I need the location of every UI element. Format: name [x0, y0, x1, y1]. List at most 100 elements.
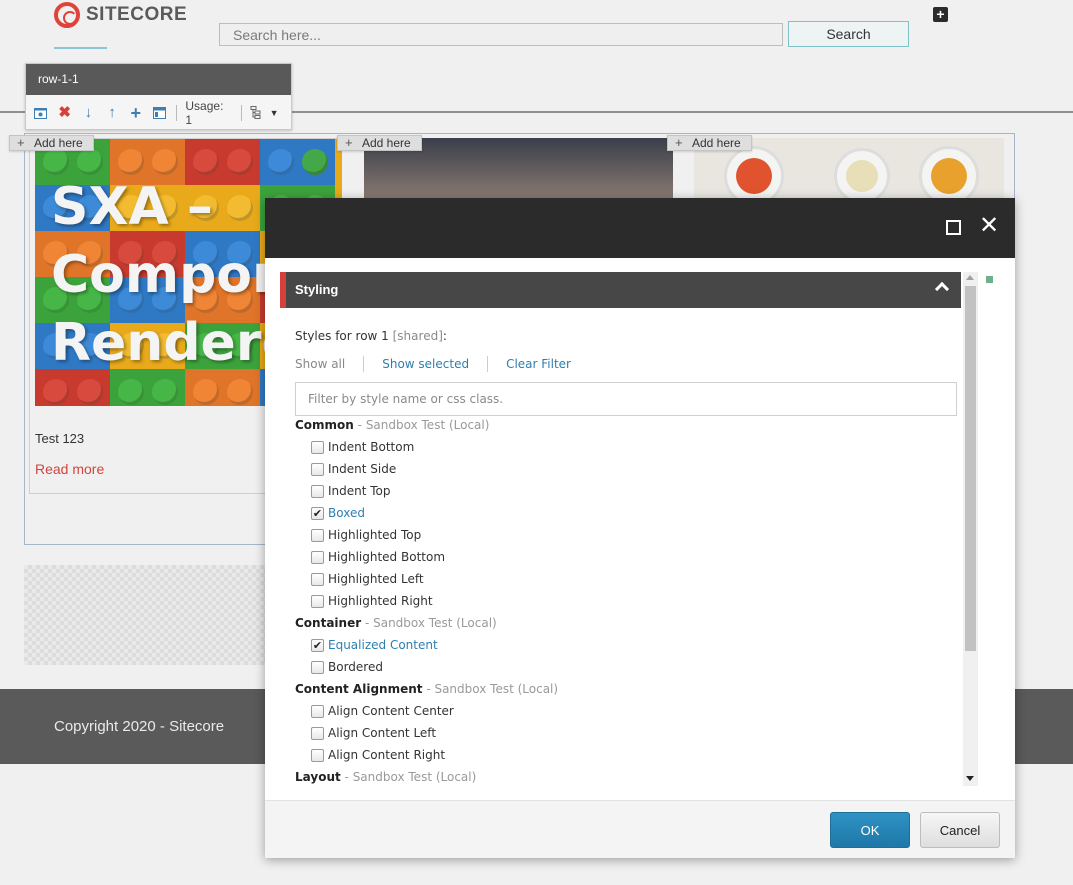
style-item[interactable]: ✔ Boxed	[311, 505, 365, 521]
group-source: - Sandbox Test (Local)	[422, 682, 559, 696]
search-input[interactable]	[219, 23, 783, 46]
checkbox-checked[interactable]: ✔	[311, 506, 324, 520]
style-item-label: Bordered	[328, 660, 383, 674]
clear-filter-link[interactable]: Clear Filter	[506, 357, 571, 371]
add-here-button-1[interactable]: + Add here	[9, 135, 94, 151]
style-item[interactable]: Indent Bottom	[311, 439, 414, 455]
scroll-thumb[interactable]	[965, 286, 976, 651]
group-source: - Sandbox Test (Local)	[353, 418, 490, 432]
scroll-up-arrow-icon[interactable]	[966, 275, 974, 280]
checkbox[interactable]	[311, 594, 324, 608]
sitecore-logo-icon	[54, 2, 80, 28]
filter-input[interactable]	[295, 382, 957, 416]
checkbox[interactable]	[311, 726, 324, 740]
add-here-label: Add here	[362, 136, 411, 150]
style-group-header: Content Alignment - Sandbox Test (Local)	[295, 682, 558, 696]
dropdown-icon[interactable]: ▼	[267, 106, 281, 120]
style-item-label: Align Content Right	[328, 748, 446, 762]
group-source: - Sandbox Test (Local)	[361, 616, 497, 630]
group-name: Layout	[295, 770, 341, 784]
bowl-image	[931, 158, 967, 194]
logo-text: SITECORE	[86, 4, 188, 25]
checkbox[interactable]	[311, 748, 324, 762]
usage-label: Usage: 1	[185, 98, 224, 127]
checkbox[interactable]	[311, 704, 324, 718]
style-item[interactable]: Align Content Center	[311, 703, 454, 719]
style-item[interactable]: ✔ Equalized Content	[311, 637, 438, 653]
filter-links: Show all Show selected Clear Filter	[295, 356, 571, 372]
style-item-label: Align Content Center	[328, 704, 454, 718]
shared-tag: [shared]	[392, 329, 443, 343]
checkbox[interactable]	[311, 660, 324, 674]
image-text-line-1: SXA –	[51, 177, 213, 237]
style-item-label: Indent Side	[328, 462, 397, 476]
style-item-label: Indent Top	[328, 484, 391, 498]
row-toolbar-title: row-1-1	[26, 64, 291, 95]
style-item[interactable]: Highlighted Right	[311, 593, 433, 609]
add-icon[interactable]: +	[129, 104, 143, 122]
bowl-image	[846, 160, 878, 192]
close-icon[interactable]: ✕	[979, 214, 999, 238]
status-indicator	[986, 276, 993, 283]
copyright-text: Copyright 2020 - Sitecore	[54, 718, 225, 735]
add-here-button-2[interactable]: + Add here	[337, 135, 422, 151]
plus-icon: +	[345, 135, 353, 150]
style-item[interactable]: Indent Side	[311, 461, 396, 477]
group-name: Content Alignment	[295, 682, 423, 696]
plus-icon: +	[675, 135, 683, 150]
checkbox[interactable]	[311, 484, 324, 498]
cancel-button[interactable]: Cancel	[920, 812, 1000, 848]
sitecore-logo[interactable]: SITECORE	[54, 2, 187, 28]
group-name: Container	[295, 616, 362, 630]
style-item[interactable]: Highlighted Bottom	[311, 549, 445, 565]
style-item-label: Highlighted Right	[328, 594, 433, 608]
plus-icon: +	[17, 135, 25, 150]
checkbox[interactable]	[311, 440, 324, 454]
style-item[interactable]: Highlighted Top	[311, 527, 421, 543]
maximize-icon[interactable]	[946, 220, 961, 235]
style-item[interactable]: Align Content Left	[311, 725, 436, 741]
checkbox-checked[interactable]: ✔	[311, 638, 324, 652]
plus-square-icon[interactable]: +	[933, 7, 948, 22]
add-here-label: Add here	[692, 136, 741, 150]
checkbox[interactable]	[311, 550, 324, 564]
logo-underline	[54, 47, 107, 49]
style-item-label: Boxed	[328, 506, 365, 520]
card-text: Test 123	[35, 431, 85, 446]
tree-icon[interactable]	[250, 106, 264, 120]
style-group-header: Container - Sandbox Test (Local)	[295, 616, 497, 630]
empty-placeholder[interactable]	[24, 565, 268, 665]
toolbar-separator	[176, 104, 178, 121]
scroll-down-arrow-icon[interactable]	[966, 776, 974, 781]
ok-button[interactable]: OK	[830, 812, 910, 848]
show-selected-link[interactable]: Show selected	[382, 357, 469, 371]
dialog-footer: OK Cancel	[265, 800, 1015, 858]
search-button[interactable]: Search	[788, 21, 909, 47]
style-item-label: Highlighted Bottom	[328, 550, 446, 564]
style-group-header: Layout - Sandbox Test (Local)	[295, 770, 476, 784]
add-here-button-3[interactable]: + Add here	[667, 135, 752, 151]
style-item-label: Indent Bottom	[328, 440, 415, 454]
read-more-link[interactable]: Read more	[35, 461, 104, 477]
checkbox[interactable]	[311, 572, 324, 586]
properties-icon[interactable]	[34, 106, 48, 120]
style-group-header: Common - Sandbox Test (Local)	[295, 418, 489, 432]
style-item[interactable]: Bordered	[311, 659, 383, 675]
delete-icon[interactable]: ✖	[58, 105, 72, 120]
checkbox[interactable]	[311, 462, 324, 476]
show-all-link[interactable]: Show all	[295, 357, 345, 371]
scrollbar[interactable]	[963, 272, 978, 786]
toolbar-separator	[240, 104, 242, 121]
style-item[interactable]: Highlighted Left	[311, 571, 424, 587]
checkbox[interactable]	[311, 528, 324, 542]
style-item-label: Align Content Left	[328, 726, 437, 740]
move-down-icon[interactable]: ↓	[81, 105, 95, 120]
style-item[interactable]: Align Content Right	[311, 747, 445, 763]
dialog-body: Styling Styles for row 1 [shared]: Show …	[265, 258, 1015, 800]
group-name: Common	[295, 418, 354, 432]
move-up-icon[interactable]: ↑	[105, 105, 119, 120]
add-here-label: Add here	[34, 136, 83, 150]
style-item[interactable]: Indent Top	[311, 483, 391, 499]
style-item-label: Highlighted Top	[328, 528, 422, 542]
layout-icon[interactable]	[153, 106, 167, 120]
